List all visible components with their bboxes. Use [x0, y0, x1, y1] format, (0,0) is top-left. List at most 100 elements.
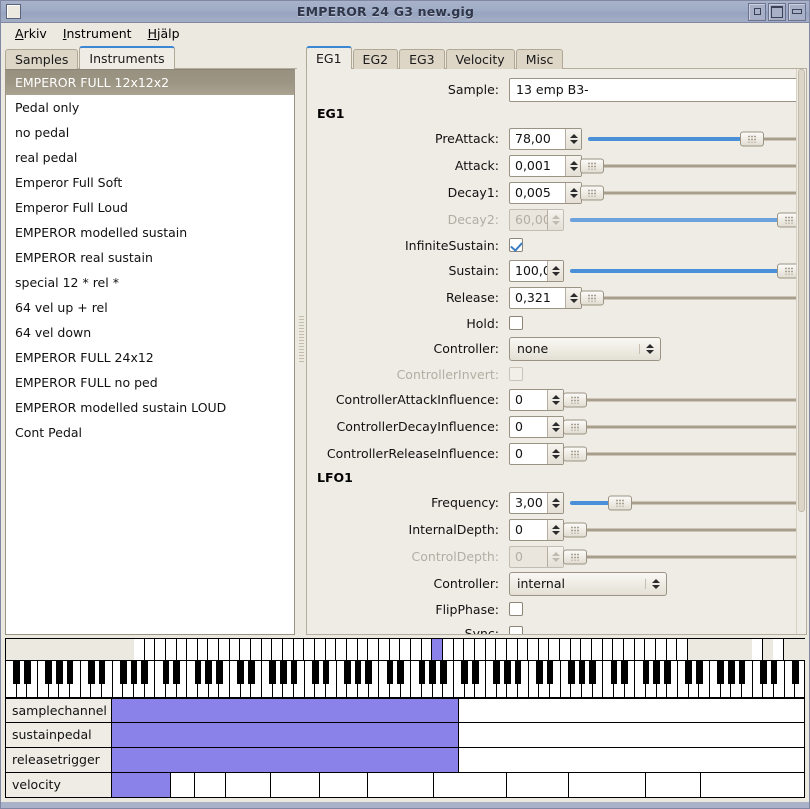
- checkbox-hold[interactable]: [509, 316, 523, 330]
- dimension-cell[interactable]: [111, 748, 458, 772]
- black-key[interactable]: [55, 661, 63, 684]
- dimension-cell[interactable]: [457, 748, 804, 772]
- slider-knob[interactable]: [562, 522, 587, 537]
- black-key[interactable]: [759, 661, 767, 684]
- black-key[interactable]: [727, 661, 735, 684]
- dimension-cell[interactable]: [699, 773, 804, 797]
- form-scrollbar-thumb[interactable]: [798, 69, 805, 512]
- chevron-down-icon[interactable]: [569, 193, 578, 198]
- slider-knob[interactable]: [562, 446, 587, 461]
- black-key[interactable]: [567, 661, 575, 684]
- spinbox-arrows[interactable]: [547, 519, 563, 540]
- combobox-arrows[interactable]: [645, 578, 666, 589]
- chevron-down-icon[interactable]: [551, 427, 560, 432]
- black-key[interactable]: [386, 661, 394, 684]
- black-key[interactable]: [578, 661, 586, 684]
- slider-knob[interactable]: [580, 185, 605, 200]
- black-key[interactable]: [535, 661, 543, 684]
- black-key[interactable]: [269, 661, 277, 684]
- region-marker[interactable]: [549, 639, 561, 660]
- checkbox-infinite-sustain[interactable]: [509, 238, 523, 252]
- slider-internal-depth[interactable]: [562, 519, 798, 541]
- black-key[interactable]: [13, 661, 21, 684]
- pane-splitter[interactable]: [297, 45, 306, 635]
- spinbox-arrows[interactable]: [565, 182, 581, 203]
- slider-knob[interactable]: [739, 131, 764, 146]
- region-marker[interactable]: [570, 639, 582, 660]
- spinbox-pre-attack[interactable]: 78,00: [509, 127, 582, 150]
- dimension-cell[interactable]: [111, 699, 458, 722]
- region-marker[interactable]: [624, 639, 635, 660]
- black-key[interactable]: [418, 661, 426, 684]
- black-key[interactable]: [66, 661, 74, 684]
- region-marker[interactable]: [602, 639, 614, 660]
- window-menu-button[interactable]: [3, 2, 23, 22]
- slider-controller-release-influence[interactable]: [562, 443, 798, 465]
- chevron-up-icon[interactable]: [551, 448, 560, 453]
- list-item[interactable]: EMPEROR FULL 12x12x2: [6, 70, 294, 95]
- tab-velocity[interactable]: Velocity: [445, 49, 515, 69]
- dimension-cell[interactable]: [457, 723, 804, 747]
- dimension-cell[interactable]: [644, 773, 700, 797]
- slider-knob[interactable]: [562, 419, 587, 434]
- region-marker[interactable]: [496, 639, 507, 660]
- black-key[interactable]: [653, 661, 661, 684]
- region-marker[interactable]: [517, 639, 529, 660]
- spinbox-arrows[interactable]: [565, 287, 581, 308]
- region-marker[interactable]: [187, 639, 198, 660]
- tab-eg3[interactable]: EG3: [399, 49, 445, 69]
- menu-arkiv[interactable]: Arkiv: [7, 24, 55, 43]
- region-marker[interactable]: [677, 639, 688, 660]
- region-bar[interactable]: [5, 638, 806, 660]
- slider-frequency[interactable]: [570, 492, 798, 514]
- black-key[interactable]: [119, 661, 127, 684]
- chevron-up-icon[interactable]: [551, 394, 560, 399]
- slider-sustain[interactable]: [570, 260, 801, 282]
- region-marker[interactable]: [272, 639, 284, 660]
- spinbox-decay2[interactable]: 60,000: [509, 208, 564, 231]
- chevron-down-icon[interactable]: [551, 271, 560, 276]
- dimension-cell[interactable]: [568, 773, 645, 797]
- black-key[interactable]: [343, 661, 351, 684]
- dimension-cell[interactable]: [111, 723, 458, 747]
- region-marker[interactable]: [634, 639, 646, 660]
- spinbox-arrows[interactable]: [547, 389, 563, 410]
- black-key[interactable]: [610, 661, 618, 684]
- region-marker[interactable]: [474, 639, 486, 660]
- region-marker[interactable]: [197, 639, 209, 660]
- sample-field[interactable]: 13 emp B3-: [509, 77, 798, 102]
- black-key[interactable]: [98, 661, 106, 684]
- spinbox-internal-depth[interactable]: 0: [509, 518, 564, 541]
- chevron-up-icon[interactable]: [551, 551, 560, 556]
- region-marker[interactable]: [144, 639, 156, 660]
- chevron-up-icon[interactable]: [569, 133, 578, 138]
- region-marker[interactable]: [751, 639, 763, 660]
- spinbox-value[interactable]: 0,001: [510, 156, 565, 176]
- region-marker[interactable]: [325, 639, 337, 660]
- region-marker[interactable]: [400, 639, 411, 660]
- region-marker[interactable]: [378, 639, 390, 660]
- dimension-cell[interactable]: [433, 773, 506, 797]
- region-marker[interactable]: [421, 639, 433, 660]
- chevron-down-icon[interactable]: [551, 454, 560, 459]
- dimension-cell[interactable]: [270, 773, 319, 797]
- list-item[interactable]: Pedal only: [6, 95, 294, 120]
- minimize-button[interactable]: [748, 2, 766, 21]
- list-item[interactable]: no pedal: [6, 120, 294, 145]
- region-marker[interactable]: [538, 639, 550, 660]
- spinbox-arrows[interactable]: [565, 128, 581, 149]
- spinbox-controller-decay-influence[interactable]: 0: [509, 415, 564, 438]
- list-item[interactable]: EMPEROR FULL no ped: [6, 370, 294, 395]
- chevron-down-icon[interactable]: [551, 530, 560, 535]
- black-key[interactable]: [87, 661, 95, 684]
- black-key[interactable]: [503, 661, 511, 684]
- region-marker[interactable]: [581, 639, 593, 660]
- list-item[interactable]: EMPEROR FULL 24x12: [6, 345, 294, 370]
- list-item[interactable]: EMPEROR modelled sustain LOUD: [6, 395, 294, 420]
- chevron-up-icon[interactable]: [551, 497, 560, 502]
- region-marker[interactable]: [506, 639, 518, 660]
- black-key[interactable]: [354, 661, 362, 684]
- slider-knob[interactable]: [580, 290, 605, 305]
- slider-knob[interactable]: [580, 158, 605, 173]
- combobox-arrows[interactable]: [639, 343, 660, 354]
